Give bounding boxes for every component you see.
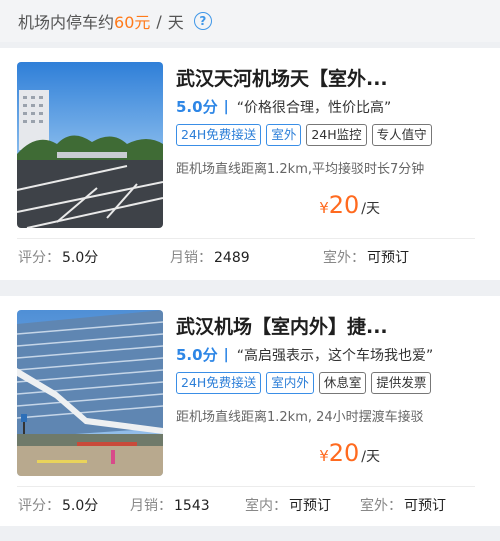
distance-info: 距机场直线距离1.2km, 24小时摆渡车接驳: [176, 410, 424, 425]
stat-label: 室内：: [245, 498, 287, 514]
tag-free-shuttle: 24H免费接送: [176, 372, 262, 394]
tag-invoice: 提供发票: [371, 372, 432, 394]
tag-free-shuttle: 24H免费接送: [176, 124, 262, 146]
card-divider: [17, 486, 475, 487]
summary-separator: /: [156, 11, 162, 31]
stat-label: 月销：: [170, 250, 212, 266]
summary-prefix: 机场内停车约: [18, 13, 115, 32]
rating-line: 5.0分 | “高启强表示，这个车场我也爱”: [176, 344, 433, 365]
card-divider: [17, 238, 475, 239]
stat-monthly-sales: 月销： 1543: [130, 495, 210, 515]
parking-listing-card[interactable]: 武汉天河机场天【室外... 5.0分 | “价格很合理，性价比高” 24H免费接…: [0, 48, 500, 280]
summary-unit: 天: [167, 13, 184, 32]
tag-lounge: 休息室: [318, 372, 367, 394]
feature-tags: 24H免费接送 室内外 休息室 提供发票: [176, 372, 432, 394]
stat-label: 评分：: [18, 498, 60, 514]
rating-line: 5.0分 | “价格很合理，性价比高”: [176, 96, 391, 117]
stat-value: 可预订: [289, 498, 331, 514]
stat-indoor-availability: 室内： 可预订: [245, 495, 331, 515]
parking-building-photo[interactable]: [17, 310, 163, 476]
price-amount: 20: [328, 439, 360, 467]
stat-rating: 评分： 5.0分: [18, 247, 98, 267]
parking-listing-card[interactable]: 武汉机场【室内外】捷... 5.0分 | “高启强表示，这个车场我也爱” 24H…: [0, 296, 500, 526]
rating-divider: |: [223, 98, 229, 115]
stat-label: 室外：: [323, 250, 365, 266]
summary-price: 60元: [114, 13, 151, 32]
tag-outdoor: 室外: [266, 124, 302, 146]
currency-symbol: ¥: [319, 199, 329, 217]
distance-info: 距机场直线距离1.2km,平均接驳时长7分钟: [176, 162, 425, 177]
stat-label: 月销：: [130, 498, 172, 514]
tag-indoor-outdoor: 室内外: [266, 372, 314, 394]
stat-label: 评分：: [18, 250, 60, 266]
price-unit: /天: [361, 449, 380, 465]
feature-tags: 24H免费接送 室外 24H监控 专人值守: [176, 124, 432, 146]
daily-price: ¥ 20 /天: [319, 191, 380, 219]
stat-label: 室外：: [360, 498, 402, 514]
stat-rating: 评分： 5.0分: [18, 495, 98, 515]
parking-lot-photo[interactable]: [17, 62, 163, 228]
stat-value: 可预订: [367, 250, 409, 266]
stat-outdoor-availability: 室外： 可预订: [360, 495, 446, 515]
stat-value: 可预订: [404, 498, 446, 514]
tag-attended: 专人值守: [371, 124, 432, 146]
rating-divider: |: [223, 346, 229, 363]
stat-value: 1543: [174, 498, 210, 514]
stat-value: 2489: [214, 250, 250, 266]
review-quote: “价格很合理，性价比高”: [236, 99, 392, 116]
daily-price: ¥ 20 /天: [319, 439, 380, 467]
price-amount: 20: [328, 191, 360, 219]
currency-symbol: ¥: [319, 447, 329, 465]
stat-outdoor-availability: 室外： 可预订: [323, 247, 409, 267]
rating-score: 5.0分: [176, 346, 218, 364]
stat-value: 5.0分: [62, 498, 99, 514]
rating-score: 5.0分: [176, 98, 218, 116]
listing-title[interactable]: 武汉机场【室内外】捷...: [176, 312, 476, 339]
review-quote: “高启强表示，这个车场我也爱”: [236, 347, 434, 364]
stat-monthly-sales: 月销： 2489: [170, 247, 250, 267]
listing-title[interactable]: 武汉天河机场天【室外...: [176, 64, 476, 91]
tag-monitoring: 24H监控: [306, 124, 367, 146]
stat-value: 5.0分: [62, 250, 99, 266]
price-summary-bar: 机场内停车约 60元 / 天 ?: [0, 0, 500, 42]
price-unit: /天: [361, 201, 380, 217]
help-icon[interactable]: ?: [193, 12, 212, 30]
